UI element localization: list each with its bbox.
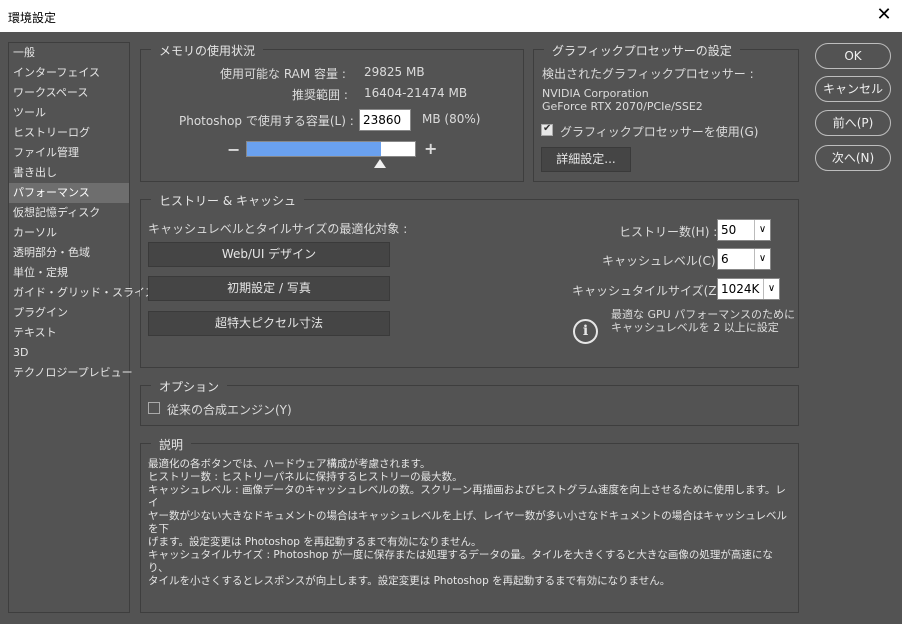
sidebar-item-tech-previews[interactable]: テクノロジープレビュー bbox=[9, 363, 133, 383]
slider-minus-icon[interactable]: − bbox=[227, 140, 240, 159]
optimize-label: キャッシュレベルとタイルサイズの最適化対象 : bbox=[148, 222, 408, 236]
gpu-cache-hint-line2: キャッシュレベルを 2 以上に設定 bbox=[611, 321, 779, 334]
gpu-settings-title: グラフィックプロセッサーの設定 bbox=[544, 42, 740, 59]
use-gpu-checkbox[interactable] bbox=[541, 123, 553, 136]
description-line: キャッシュタイルサイズ : Photoshop が一度に保存または処理するデータ… bbox=[148, 549, 773, 574]
cache-tile-size-select[interactable]: 1024K ∨ bbox=[717, 278, 780, 300]
sidebar-item-units-rulers[interactable]: 単位・定規 bbox=[9, 263, 129, 283]
ram-usage-label: Photoshop で使用する容量(L) : bbox=[179, 114, 354, 128]
cache-tile-size-value: 1024K bbox=[721, 282, 760, 296]
chevron-down-icon: ∨ bbox=[754, 249, 770, 269]
legacy-compositing-checkbox[interactable] bbox=[148, 402, 160, 414]
sidebar-item-performance[interactable]: パフォーマンス bbox=[9, 183, 129, 203]
history-cache-title: ヒストリー & キャッシュ bbox=[151, 192, 304, 209]
description-title: 説明 bbox=[151, 436, 192, 453]
sidebar-item-history-log[interactable]: ヒストリーログ bbox=[9, 123, 129, 143]
description-line: タイルを小さくするとレスポンスが向上します。設定変更は Photoshop を再… bbox=[148, 575, 671, 587]
history-states-value: 50 bbox=[721, 223, 737, 237]
optimize-default-photo-button[interactable]: 初期設定 / 写真 bbox=[148, 276, 390, 301]
description-line: ヒストリー数 : ヒストリーパネルに保持するヒストリーの最大数。 bbox=[148, 471, 463, 483]
description-text: 最適化の各ボタンでは、ハードウェア構成が考慮されます。 ヒストリー数 : ヒスト… bbox=[148, 458, 788, 588]
advanced-settings-button[interactable]: 詳細設定... bbox=[541, 147, 631, 172]
ram-slider-thumb[interactable] bbox=[374, 159, 386, 168]
title-bar: 環境設定 ✕ bbox=[0, 0, 902, 32]
optimize-web-ui-button[interactable]: Web/UI デザイン bbox=[148, 242, 390, 267]
history-states-label: ヒストリー数(H) : bbox=[619, 225, 718, 239]
optimize-huge-pixel-button[interactable]: 超特大ピクセル寸法 bbox=[148, 311, 390, 336]
legacy-compositing-label[interactable]: 従来の合成エンジン(Y) bbox=[167, 401, 292, 418]
cache-levels-value: 6 bbox=[721, 252, 729, 266]
use-gpu-label[interactable]: グラフィックプロセッサーを使用(G) bbox=[560, 123, 758, 140]
close-icon[interactable]: ✕ bbox=[874, 4, 894, 26]
sidebar-item-transparency[interactable]: 透明部分・色域 bbox=[9, 243, 129, 263]
ram-usage-unit: MB (80%) bbox=[422, 112, 481, 126]
cache-tile-size-label: キャッシュタイルサイズ(Z) : bbox=[572, 284, 730, 298]
info-icon: i bbox=[573, 319, 598, 344]
recommended-range-value: 16404-21474 MB bbox=[364, 86, 468, 100]
sidebar-item-interface[interactable]: インターフェイス bbox=[9, 63, 129, 83]
cancel-button[interactable]: キャンセル bbox=[815, 76, 891, 102]
sidebar-item-export[interactable]: 書き出し bbox=[9, 163, 129, 183]
detected-gpu-label: 検出されたグラフィックプロセッサー : bbox=[542, 67, 754, 81]
sidebar-item-type[interactable]: テキスト bbox=[9, 323, 129, 343]
history-states-select[interactable]: 50 ∨ bbox=[717, 219, 771, 241]
sidebar-item-general[interactable]: 一般 bbox=[9, 43, 129, 63]
description-line: げます。設定変更は Photoshop を再起動するまで有効になりません。 bbox=[148, 536, 482, 548]
sidebar-item-workspace[interactable]: ワークスペース bbox=[9, 83, 129, 103]
sidebar-item-guides[interactable]: ガイド・グリッド・スライス bbox=[9, 283, 156, 303]
ram-slider-track[interactable] bbox=[246, 141, 416, 157]
window-title: 環境設定 bbox=[8, 11, 57, 25]
available-ram-value: 29825 MB bbox=[364, 65, 425, 79]
description-line: ヤー数が少ない大きなドキュメントの場合はキャッシュレベルを上げ、レイヤー数が多い… bbox=[148, 510, 788, 535]
description-line: キャッシュレベル : 画像データのキャッシュレベルの数。スクリーン再描画およびヒ… bbox=[148, 484, 786, 509]
slider-plus-icon[interactable]: + bbox=[424, 139, 437, 158]
next-button[interactable]: 次へ(N) bbox=[815, 145, 891, 171]
recommended-range-label: 推奨範囲 : bbox=[292, 88, 348, 102]
description-line: 最適化の各ボタンでは、ハードウェア構成が考慮されます。 bbox=[148, 458, 431, 470]
memory-usage-title: メモリの使用状況 bbox=[151, 42, 264, 59]
cache-levels-select[interactable]: 6 ∨ bbox=[717, 248, 771, 270]
gpu-vendor: NVIDIA Corporation bbox=[542, 87, 649, 100]
ram-slider-fill bbox=[247, 142, 381, 156]
chevron-down-icon: ∨ bbox=[763, 279, 779, 299]
sidebar-item-tools[interactable]: ツール bbox=[9, 103, 129, 123]
ok-button[interactable]: OK bbox=[815, 43, 891, 69]
sidebar-item-scratch-disks[interactable]: 仮想記憶ディスク bbox=[9, 203, 129, 223]
sidebar-item-file-handling[interactable]: ファイル管理 bbox=[9, 143, 129, 163]
sidebar-item-plugins[interactable]: プラグイン bbox=[9, 303, 129, 323]
ram-usage-input[interactable]: 23860 bbox=[359, 109, 411, 131]
gpu-model: GeForce RTX 2070/PCIe/SSE2 bbox=[542, 100, 703, 113]
chevron-down-icon: ∨ bbox=[754, 220, 770, 240]
sidebar-item-cursors[interactable]: カーソル bbox=[9, 223, 129, 243]
available-ram-label: 使用可能な RAM 容量 : bbox=[220, 67, 346, 81]
options-title: オプション bbox=[151, 378, 228, 395]
sidebar-item-3d[interactable]: 3D bbox=[9, 343, 129, 363]
prev-button[interactable]: 前へ(P) bbox=[815, 110, 891, 136]
cache-levels-label: キャッシュレベル(C) : bbox=[602, 254, 724, 268]
sidebar: 一般 インターフェイス ワークスペース ツール ヒストリーログ ファイル管理 書… bbox=[8, 42, 156, 613]
